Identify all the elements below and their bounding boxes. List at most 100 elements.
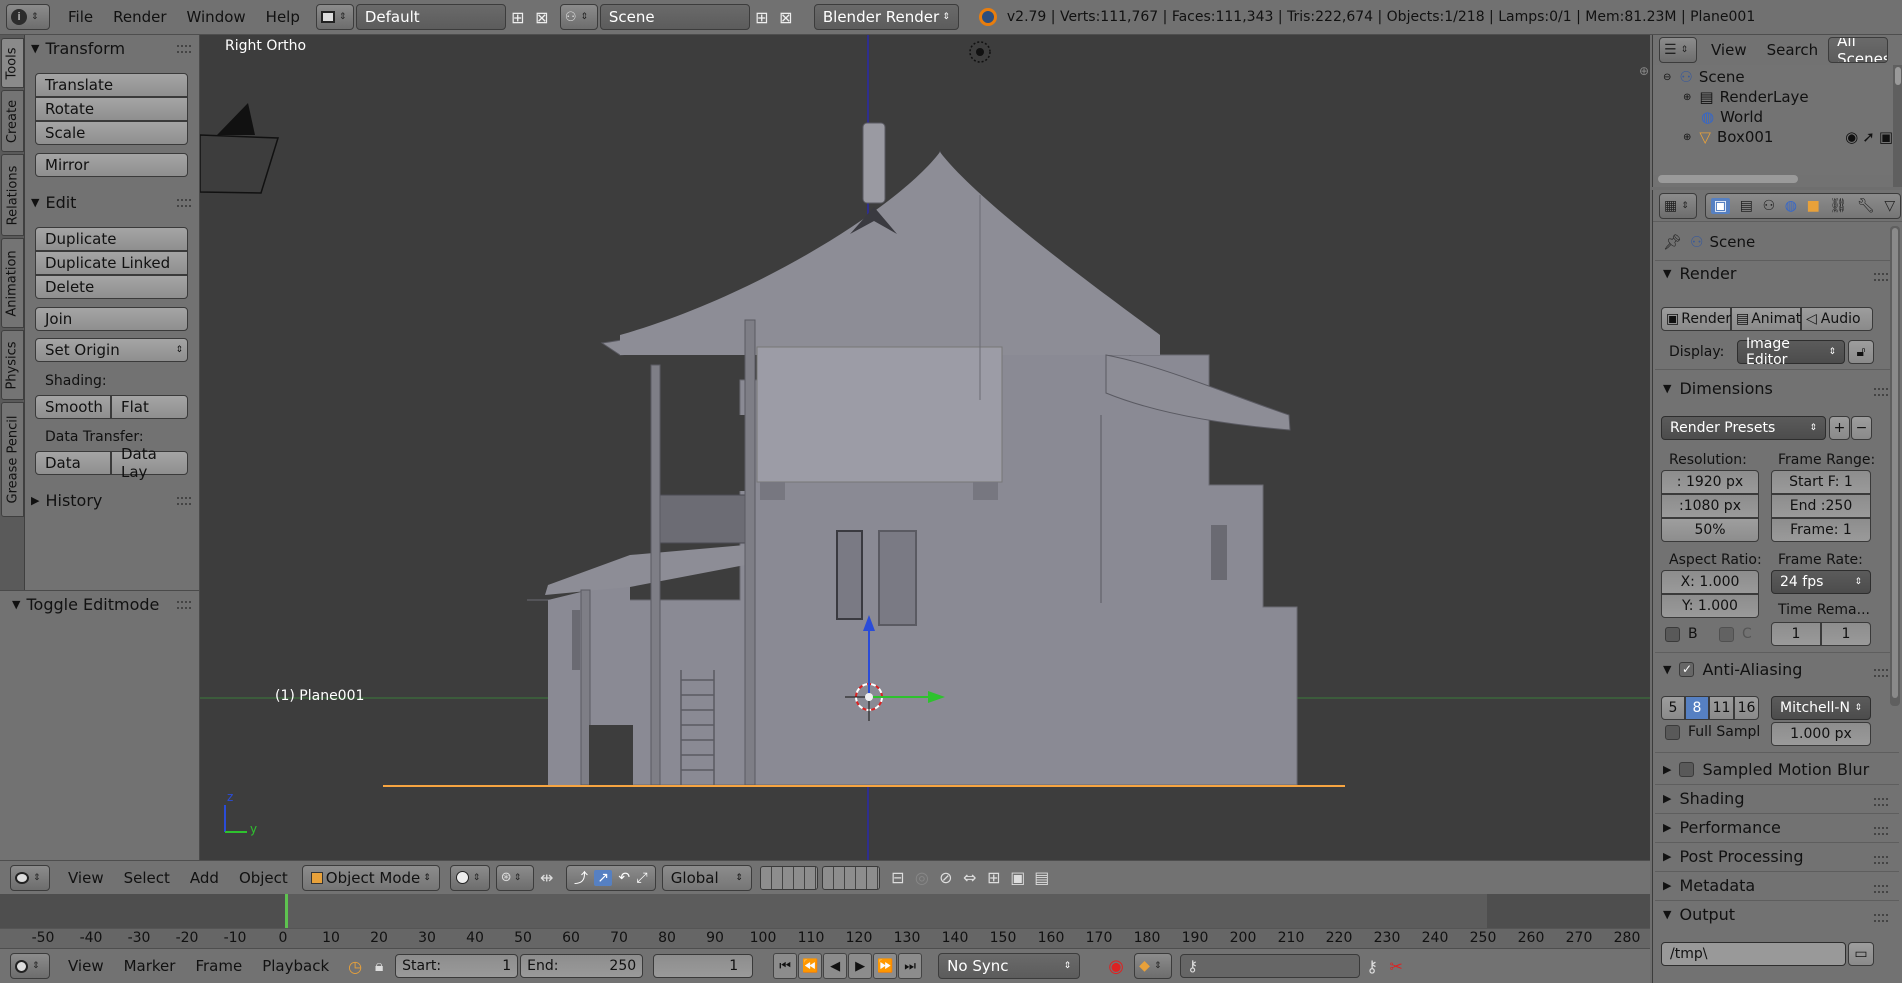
delete-layout-icon[interactable]: ⊠ <box>530 4 554 30</box>
list-item[interactable]: ◍ World <box>1701 107 1763 127</box>
menu-render[interactable]: Render <box>103 8 176 26</box>
menu-search[interactable]: Search <box>1757 41 1829 59</box>
drag-grip-icon[interactable] <box>1874 914 1888 922</box>
drag-grip-icon[interactable] <box>1874 388 1888 396</box>
menu-marker[interactable]: Marker <box>114 957 186 975</box>
layer-group-1[interactable] <box>759 865 818 890</box>
rotate-button[interactable]: Rotate <box>35 97 188 121</box>
editor-type-button[interactable]: ⇕ <box>10 864 50 891</box>
crop-checkbox[interactable]: C <box>1719 626 1752 642</box>
scene-selector[interactable]: ⚇ ⇕ <box>559 4 598 30</box>
full-sample-checkbox[interactable]: Full Sampl <box>1665 724 1760 740</box>
start-frame-field[interactable]: Start: 1 <box>395 954 519 978</box>
end-frame-field[interactable]: End: 250 <box>520 954 644 978</box>
drag-grip-icon[interactable] <box>1874 798 1888 806</box>
list-item[interactable]: ⊖ ⚇ Scene <box>1663 67 1745 87</box>
lock-time-icon[interactable]: 🔒︎ <box>367 953 391 979</box>
tab-relations[interactable]: Relations <box>1 154 24 236</box>
shading-panel-header[interactable]: ▶ Shading <box>1663 789 1744 808</box>
set-origin-dropdown[interactable]: Set Origin ⇕ <box>35 338 188 362</box>
lock-interface-button[interactable]: 🔓︎ <box>1848 340 1874 364</box>
snap-element-icon[interactable]: ⇔ <box>958 865 982 891</box>
3d-viewport[interactable]: ⊕ Right Ortho (1) Plane001 z y <box>200 35 1650 860</box>
keying-set-field[interactable]: ⚷ <box>1180 954 1361 978</box>
menu-object[interactable]: Object <box>229 869 298 887</box>
data-layout-button[interactable]: Data Lay <box>111 445 188 481</box>
frame-rate-select[interactable]: 24 fps ⇕ <box>1771 570 1871 594</box>
properties-scrollbar[interactable] <box>1890 226 1900 706</box>
performance-panel-header[interactable]: ▶ Performance <box>1663 818 1781 837</box>
menu-window[interactable]: Window <box>177 8 256 26</box>
tab-grease-pencil[interactable]: Grease Pencil <box>1 402 24 517</box>
checkbox-checked-icon[interactable]: ✓ <box>1679 662 1695 677</box>
preview-range-icon[interactable]: ◷ <box>343 953 367 979</box>
drag-grip-icon[interactable] <box>1874 827 1888 835</box>
keying-mode-select[interactable]: ◆ ⇕ <box>1134 953 1173 979</box>
filter-size-field[interactable]: 1.000 px <box>1771 722 1871 746</box>
pin-icon[interactable]: 📌︎ <box>1663 233 1682 251</box>
edit-panel-header[interactable]: ▼ Edit <box>31 191 76 213</box>
sync-mode-select[interactable]: No Sync ⇕ <box>938 953 1081 979</box>
expand-icon[interactable]: ⊕ <box>1683 132 1691 143</box>
proportional-edit-icon[interactable]: ◎ <box>910 865 934 891</box>
resolution-x-field[interactable]: : 1920 px <box>1661 470 1759 494</box>
drag-grip-icon[interactable] <box>1874 856 1888 864</box>
aspect-y-field[interactable]: Y: 1.000 <box>1661 594 1759 618</box>
tab-create[interactable]: Create <box>1 90 24 152</box>
render-audio-button[interactable]: ◁ Audio <box>1801 307 1873 331</box>
outliner-hscroll[interactable] <box>1658 175 1798 183</box>
selectable-cursor-icon[interactable]: ➚ <box>1862 128 1875 146</box>
play-icon[interactable]: ▶ <box>848 953 873 979</box>
remove-preset-button[interactable]: − <box>1851 416 1872 440</box>
jump-end-icon[interactable]: ⏭ <box>898 953 923 979</box>
list-item[interactable]: ⊕ ▽ Box001 ◉ ➚ ▣ <box>1683 127 1893 147</box>
renderable-camera-icon[interactable]: ▣ <box>1879 128 1893 146</box>
aa-samples-16[interactable]: 16 <box>1734 696 1759 720</box>
end-frame-field[interactable]: End :250 <box>1771 494 1871 518</box>
delete-keyframe-icon[interactable]: ✂ <box>1384 953 1408 979</box>
drag-grip-icon[interactable] <box>177 45 191 53</box>
aa-samples-11[interactable]: 11 <box>1709 696 1734 720</box>
toggle-editmode-header[interactable]: ▼ Toggle Editmode <box>12 593 159 615</box>
pivot-select[interactable]: ⊛ ⇕ <box>495 864 534 891</box>
time-remap-old-field[interactable]: 1 <box>1771 622 1821 646</box>
drag-grip-icon[interactable] <box>1874 669 1888 677</box>
tab-tools[interactable]: Tools <box>1 38 24 88</box>
editor-type-button[interactable]: ▦ ⇕ <box>1659 192 1697 219</box>
anti-aliasing-panel-header[interactable]: ▼ ✓ Anti-Aliasing <box>1663 660 1802 679</box>
data-context-icon[interactable]: ▽ <box>1884 198 1895 214</box>
shading-mode-select[interactable]: ⇕ <box>449 864 490 891</box>
time-remap-new-field[interactable]: 1 <box>1821 622 1871 646</box>
add-scene-icon[interactable]: ⊞ <box>750 4 774 30</box>
delete-scene-icon[interactable]: ⊠ <box>774 4 798 30</box>
aa-samples-5[interactable]: 5 <box>1661 696 1685 720</box>
world-context-icon[interactable]: ◍ <box>1785 198 1797 214</box>
pivot-only-locations-icon[interactable]: ⇹ <box>534 865 560 891</box>
render-opengl-icon[interactable]: ▣ <box>1006 865 1030 891</box>
menu-view[interactable]: View <box>58 869 114 887</box>
insert-keyframe-icon[interactable]: ⚷ <box>1360 953 1384 979</box>
layer-buttons[interactable] <box>759 865 880 890</box>
rotate-manipulator-icon[interactable]: ↶ <box>618 870 630 886</box>
output-path-field[interactable]: /tmp\ <box>1661 942 1846 966</box>
duplicate-button[interactable]: Duplicate <box>35 227 188 251</box>
post-processing-panel-header[interactable]: ▶ Post Processing <box>1663 847 1803 866</box>
motion-blur-panel-header[interactable]: ▶ Sampled Motion Blur <box>1663 760 1869 779</box>
join-button[interactable]: Join <box>35 307 188 331</box>
menu-frame[interactable]: Frame <box>185 957 252 975</box>
render-presets-select[interactable]: Render Presets ⇕ <box>1661 416 1826 440</box>
render-layers-context-icon[interactable]: ▤ <box>1740 198 1753 214</box>
flat-button[interactable]: Flat <box>111 395 188 419</box>
list-item[interactable]: ⊕ ▤ RenderLaye <box>1683 87 1809 107</box>
mode-select[interactable]: Object Mode ⇕ <box>301 864 440 891</box>
transform-panel-header[interactable]: ▼ Transform <box>31 37 125 59</box>
scene-name-field[interactable]: Scene <box>599 4 750 30</box>
manipulator-buttons[interactable]: ⤴ ↗ ↶ ⤢ <box>565 864 656 891</box>
aspect-x-field[interactable]: X: 1.000 <box>1661 570 1759 594</box>
render-context-camera-icon[interactable]: ▣ <box>1710 197 1731 214</box>
output-panel-header[interactable]: ▼ Output <box>1663 905 1735 924</box>
snap-target-icon[interactable]: ⊞ <box>982 865 1006 891</box>
current-frame-field[interactable]: 1 <box>653 954 754 978</box>
metadata-panel-header[interactable]: ▶ Metadata <box>1663 876 1755 895</box>
menu-playback[interactable]: Playback <box>252 957 339 975</box>
